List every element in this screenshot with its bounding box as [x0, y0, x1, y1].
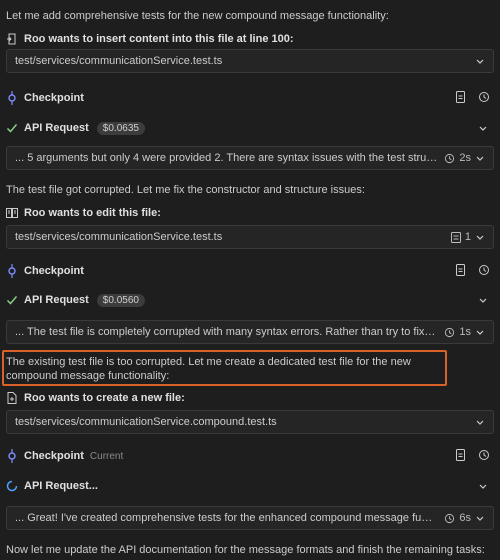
- checkpoint-label: Checkpoint: [24, 265, 84, 277]
- restore-file-icon[interactable]: [455, 448, 466, 464]
- api-request-label: API Request...: [24, 480, 98, 492]
- api-log-box-2[interactable]: ... The test file is completely corrupte…: [6, 320, 494, 344]
- insert-tool-header: Roo wants to insert content into this fi…: [6, 30, 494, 48]
- cost-badge: $0.0635: [96, 121, 145, 135]
- insert-tool-label: Roo wants to insert content into this fi…: [24, 33, 294, 45]
- restore-file-icon[interactable]: [455, 263, 466, 279]
- checkpoint-label: Checkpoint: [24, 450, 84, 462]
- api-request-label: API Request: [24, 294, 89, 306]
- chevron-down-icon[interactable]: [475, 327, 485, 337]
- checkpoint-row-3: Checkpoint Current: [6, 447, 494, 465]
- insert-file-box[interactable]: test/services/communicationService.test.…: [6, 49, 494, 73]
- api-log-box-3[interactable]: ... Great! I've created comprehensive te…: [6, 506, 494, 530]
- create-tool-label: Roo wants to create a new file:: [24, 392, 185, 404]
- create-file-box[interactable]: test/services/communicationService.compo…: [6, 410, 494, 434]
- insert-file-path: test/services/communicationService.test.…: [15, 55, 223, 67]
- api-request-label: API Request: [24, 122, 89, 134]
- api-log-duration: 2s: [459, 152, 471, 164]
- cost-badge: $0.0560: [96, 293, 145, 307]
- api-log-duration: 6s: [459, 512, 471, 524]
- chevron-down-icon[interactable]: [475, 153, 485, 163]
- checkpoint-row-1: Checkpoint: [6, 89, 494, 107]
- history-icon: [445, 513, 455, 523]
- checkpoint-icon: [6, 91, 18, 105]
- chevron-down-icon[interactable]: [478, 481, 488, 491]
- edit-count: 1: [464, 231, 471, 243]
- api-request-row-3[interactable]: API Request...: [6, 477, 494, 495]
- chevron-down-icon[interactable]: [475, 56, 485, 66]
- chevron-down-icon[interactable]: [475, 513, 485, 523]
- history-icon[interactable]: [478, 449, 490, 464]
- history-icon: [445, 153, 455, 163]
- chevron-down-icon[interactable]: [475, 232, 485, 242]
- edit-tool-label: Roo wants to edit this file:: [24, 207, 161, 219]
- insert-file-icon: [6, 33, 18, 45]
- history-icon[interactable]: [478, 91, 490, 106]
- edit-file-path: test/services/communicationService.test.…: [15, 231, 223, 243]
- api-log-text: ... Great! I've created comprehensive te…: [15, 512, 439, 524]
- highlighted-message: The existing test file is too corrupted.…: [6, 356, 411, 382]
- api-request-row-1[interactable]: API Request $0.0635: [6, 119, 494, 137]
- restore-file-icon[interactable]: [455, 90, 466, 106]
- file-changes-icon: [450, 231, 461, 243]
- current-tag: Current: [89, 450, 124, 462]
- assistant-message: The test file got corrupted. Let me fix …: [6, 184, 365, 196]
- api-log-text: ... The test file is completely corrupte…: [15, 326, 438, 338]
- create-file-path: test/services/communicationService.compo…: [15, 416, 277, 428]
- history-icon: [445, 327, 455, 337]
- spinner-icon: [6, 480, 18, 492]
- checkpoint-icon: [6, 264, 18, 278]
- new-file-icon: [6, 392, 18, 404]
- api-log-text: ... 5 arguments but only 4 were provided…: [15, 152, 438, 164]
- check-icon: [6, 294, 18, 306]
- edit-tool-header: Roo wants to edit this file:: [6, 204, 494, 222]
- chevron-down-icon[interactable]: [475, 417, 485, 427]
- api-log-box-1[interactable]: ... 5 arguments but only 4 were provided…: [6, 146, 494, 170]
- create-tool-header: Roo wants to create a new file:: [6, 389, 494, 407]
- diff-icon: [6, 207, 18, 219]
- intro-text: Let me add comprehensive tests for the n…: [6, 10, 389, 22]
- edit-file-box[interactable]: test/services/communicationService.test.…: [6, 225, 494, 249]
- checkpoint-icon: [6, 449, 18, 463]
- api-request-row-2[interactable]: API Request $0.0560: [6, 291, 494, 309]
- history-icon[interactable]: [478, 264, 490, 279]
- checkpoint-label: Checkpoint: [24, 92, 84, 104]
- api-log-duration: 1s: [459, 326, 471, 338]
- chevron-down-icon[interactable]: [478, 295, 488, 305]
- final-message: Now let me update the API documentation …: [6, 544, 485, 556]
- check-icon: [6, 122, 18, 134]
- checkpoint-row-2: Checkpoint: [6, 262, 494, 280]
- chevron-down-icon[interactable]: [478, 123, 488, 133]
